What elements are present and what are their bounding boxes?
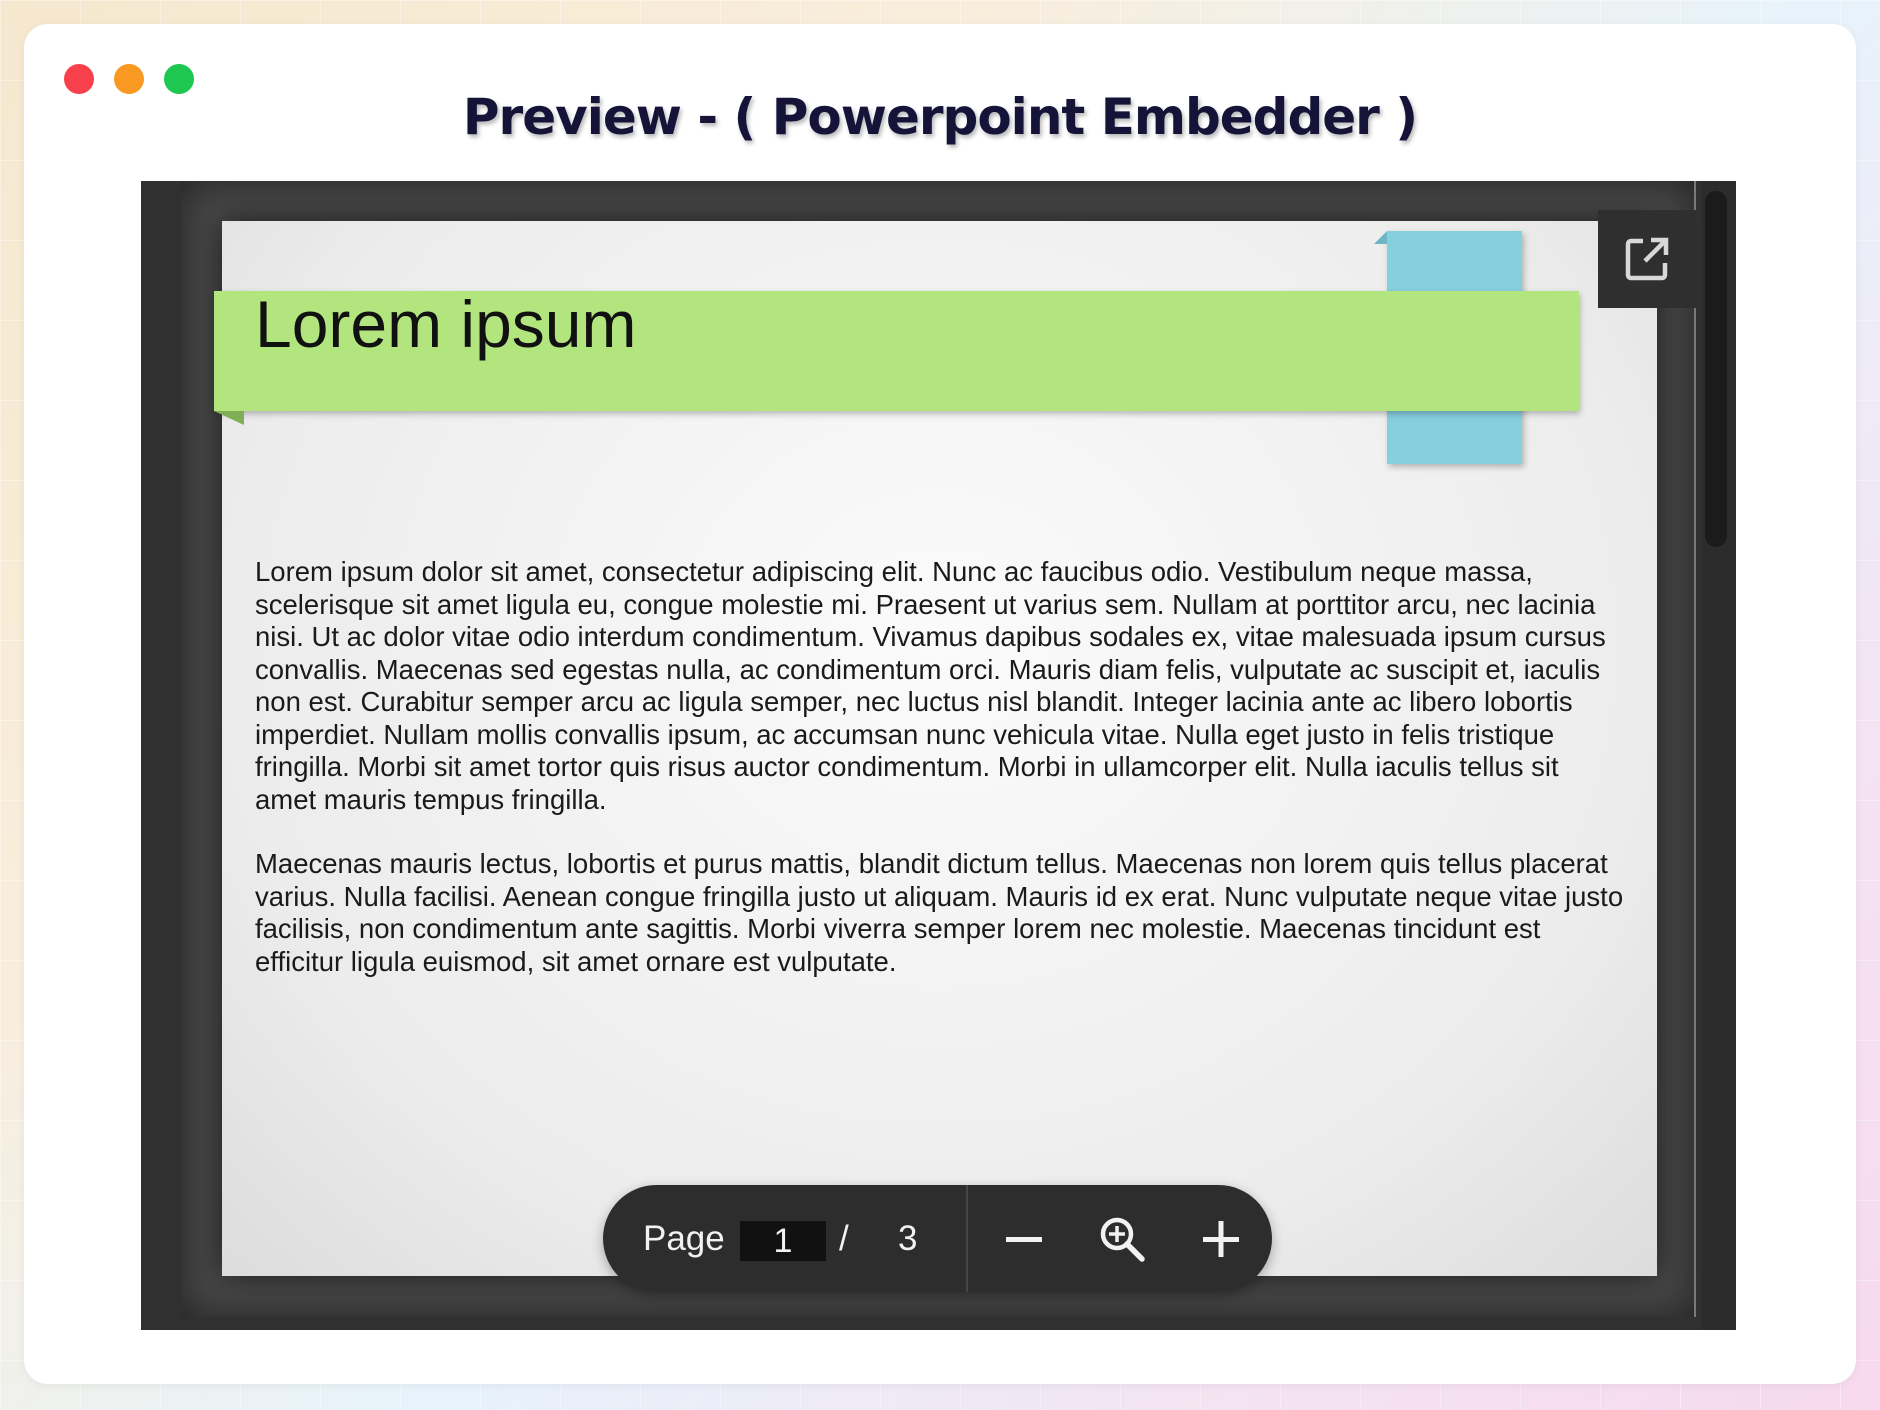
page-toolbar: Page 1 / 3 <box>603 1185 1272 1292</box>
popout-button[interactable] <box>1598 210 1696 308</box>
window-title: Preview - ( Powerpoint Embedder ) <box>462 88 1418 146</box>
scroll-divider <box>1694 181 1696 1317</box>
zoom-out-button[interactable] <box>1000 1215 1048 1263</box>
current-page-input[interactable]: 1 <box>740 1221 826 1261</box>
zoom-reset-icon <box>1100 1217 1145 1262</box>
preview-window: Preview - ( Powerpoint Embedder ) Lorem … <box>24 24 1856 1384</box>
zoom-out-icon <box>1006 1237 1042 1242</box>
slide-paragraph: Maecenas mauris lectus, lobortis et puru… <box>255 848 1624 977</box>
open-external-icon <box>1625 237 1669 281</box>
slide-body: Lorem ipsum dolor sit amet, consectetur … <box>255 556 1625 978</box>
total-pages: 3 <box>898 1219 918 1258</box>
page-label: Page <box>643 1219 725 1258</box>
slide-paragraph: Lorem ipsum dolor sit amet, consectetur … <box>255 556 1606 815</box>
zoom-reset-button[interactable] <box>1098 1215 1146 1263</box>
slide-title: Lorem ipsum <box>255 287 637 361</box>
zoom-in-button[interactable] <box>1197 1215 1245 1263</box>
scrollbar-thumb[interactable] <box>1705 191 1727 547</box>
page-separator: / <box>839 1219 849 1258</box>
zoom-in-icon <box>1203 1221 1239 1257</box>
toolbar-divider <box>966 1185 968 1292</box>
